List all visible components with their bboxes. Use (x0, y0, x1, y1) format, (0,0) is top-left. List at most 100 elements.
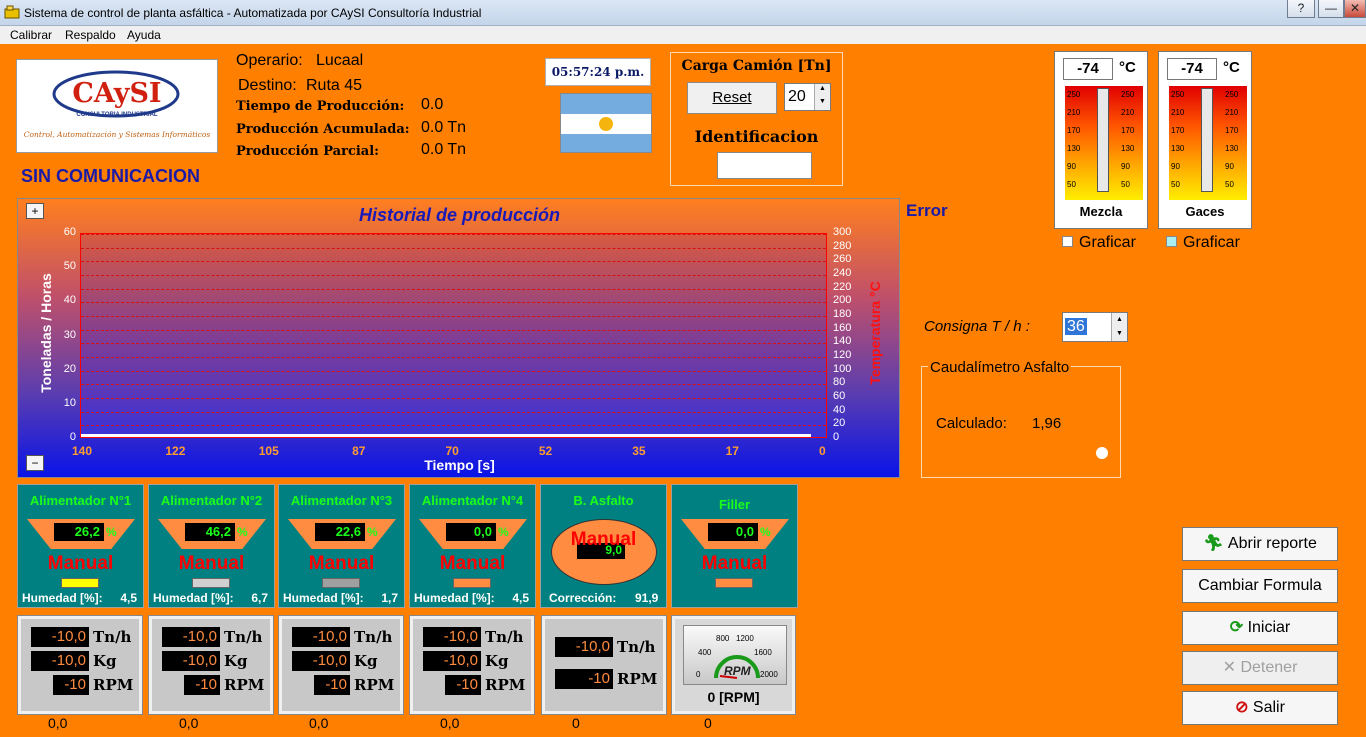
y-tick-label: 50 (63, 260, 76, 273)
thermometer-gaces: -74 °C 250 250 210 210 170 170 130 130 90 90 50 50 Gac… (1158, 51, 1252, 229)
gauge-label: RPM (724, 664, 751, 678)
help-button[interactable]: ? (1287, 0, 1315, 18)
thermo-tick: 90 (1067, 162, 1076, 171)
thermo-tube-icon (1097, 88, 1109, 192)
y2-tick-label: 180 (833, 308, 852, 320)
spin-up-icon[interactable]: ▲ (814, 84, 830, 97)
grid-line (81, 357, 826, 358)
read-tnh: -10,0 (31, 627, 89, 647)
y2-tick-label: 240 (833, 267, 852, 279)
thermo-unit: °C (1223, 59, 1240, 76)
carga-value: 20 (788, 88, 806, 105)
alimentador-4-panel[interactable]: Alimentador N°4 0,0% Manual Humedad [%]: 4,5 (409, 484, 536, 608)
correccion-value: 91,9 (635, 591, 659, 605)
destino-value: Ruta 45 (306, 77, 363, 94)
menu-bar: Calibrar Respaldo Ayuda (0, 26, 1366, 44)
runner-icon: 🏃︎ (1203, 535, 1228, 552)
filler-panel[interactable]: Filler 0,0 % Manual (671, 484, 798, 608)
detener-button[interactable]: ✕ Detener (1182, 651, 1338, 685)
graficar-label: Graficar (1183, 234, 1240, 251)
unit-kg: Kg (485, 652, 509, 670)
feeder-value: 46,2 (185, 523, 235, 541)
feeder-value: 22,6 (315, 523, 365, 541)
humedad-label: Humedad [%]: (414, 591, 495, 605)
feeder-value: 0,0 (446, 523, 496, 541)
stop-icon: ⊘ (1235, 699, 1253, 716)
consigna-up-icon[interactable]: ▲ (1111, 313, 1127, 327)
logo-sub: CONSULTORIA INDUSTRIAL (76, 112, 158, 118)
humedad-label: Humedad [%]: (153, 591, 234, 605)
grid-line (81, 234, 826, 235)
logo-tagline: Control, Automatización y Sistemas Infor… (23, 130, 211, 139)
consigna-down-icon[interactable]: ▼ (1111, 327, 1127, 341)
y-tick-label: 10 (63, 396, 76, 409)
reset-button[interactable]: Reset (687, 82, 777, 114)
minimize-button[interactable]: — (1318, 0, 1344, 18)
thermo-tick: 250 (1121, 90, 1135, 99)
thermo-tick: 50 (1121, 180, 1130, 189)
graficar-checkbox-mezcla[interactable]: Graficar (1062, 234, 1136, 252)
graficar-checkbox-gaces[interactable]: Graficar (1166, 234, 1240, 252)
grid-line (81, 329, 826, 331)
gauge-tick: 400 (698, 648, 712, 657)
carga-title: Carga Camión [Tn] (681, 58, 832, 74)
thermo-tick: 170 (1121, 126, 1135, 135)
iniciar-label: Iniciar (1247, 619, 1291, 636)
ident-input[interactable] (717, 152, 812, 179)
filler-name: Filler (718, 497, 751, 512)
grid-line (81, 411, 826, 413)
parcial-label: Producción Parcial: (236, 144, 379, 159)
thermo-tick: 50 (1225, 180, 1234, 189)
asfalto-rpm: -10 (555, 669, 613, 689)
close-button[interactable]: ✕ (1344, 0, 1366, 18)
acumulada-value: 0.0 Tn (421, 119, 467, 136)
unit-kg: Kg (354, 652, 378, 670)
connection-status: SIN COMUNICACION (21, 166, 200, 186)
alimentador-3-panel[interactable]: Alimentador N°3 22,6% Manual Humedad [%]: 1,… (278, 484, 405, 608)
x-tick-label: 0 (819, 444, 826, 458)
filler-rpm: 0 [RPM] (707, 689, 760, 705)
abrir-reporte-button[interactable]: 🏃︎ Abrir reporte (1182, 527, 1338, 561)
salir-label: Salir (1252, 699, 1285, 716)
salir-button[interactable]: ⊘ Salir (1182, 691, 1338, 725)
y2-tick-label: 220 (833, 280, 852, 293)
grid-line (81, 261, 826, 263)
menu-calibrar[interactable]: Calibrar (10, 28, 52, 42)
chart-plot-area (80, 233, 827, 438)
spin-down-icon[interactable]: ▼ (814, 97, 830, 110)
alimentador-3-readbox: -10,0 Tn/h -10,0 Kg -10 RPM (278, 615, 404, 715)
filler-bottom: 0 (704, 715, 712, 731)
humedad-value: 4,5 (120, 591, 137, 605)
feeder-bottom: 0,0 (48, 715, 68, 731)
cambiar-formula-button[interactable]: Cambiar Formula (1182, 569, 1338, 603)
asfalto-mode: Manual (570, 529, 637, 550)
carga-spinner[interactable]: 20 ▲ ▼ (784, 83, 831, 111)
calculado-value: 1,96 (1032, 415, 1062, 432)
thermo-scale: 250 250 210 210 170 170 130 130 90 90 50 50 (1169, 86, 1247, 200)
x-tick-label: 87 (352, 444, 366, 458)
y2-tick-label: 0 (833, 431, 840, 443)
asfalto-panel[interactable]: B. Asfalto 9,0 Manual Corrección: 91,9 (540, 484, 667, 608)
thermo-scale: 250 250 210 210 170 170 130 130 90 90 50 50 (1065, 86, 1143, 200)
thermo-tick: 90 (1121, 162, 1130, 171)
consigna-spinner[interactable]: 36 ▲ ▼ (1062, 312, 1128, 342)
checkbox-icon[interactable] (1062, 236, 1073, 247)
feeder-name: Alimentador N°1 (29, 493, 132, 508)
clock: 05:57:24 p.m. (545, 58, 651, 86)
parcial-value: 0.0 Tn (421, 141, 467, 158)
calculado-label: Calculado: (936, 415, 1007, 432)
feeder-mode: Manual (439, 553, 506, 574)
menu-respaldo[interactable]: Respaldo (65, 28, 116, 42)
menu-ayuda[interactable]: Ayuda (127, 28, 161, 42)
checkbox-icon[interactable] (1166, 236, 1177, 247)
iniciar-button[interactable]: ⟳ Iniciar (1182, 611, 1338, 645)
asfalto-readbox: -10,0 Tn/h -10 RPM (541, 615, 667, 715)
logo-brand: CAySI (72, 78, 162, 109)
alimentador-1-panel[interactable]: Alimentador N°1 26,2% Manual Humedad [%]: 4,… (17, 484, 144, 608)
x-tick-label: 140 (72, 444, 93, 458)
alimentador-2-panel[interactable]: Alimentador N°2 46,2% Manual Humedad [%]: 6,… (148, 484, 275, 608)
y-tick-label: 60 (63, 226, 76, 238)
thermo-tick: 50 (1171, 180, 1180, 189)
grid-line (81, 247, 826, 249)
y2-tick-label: 140 (833, 335, 852, 348)
